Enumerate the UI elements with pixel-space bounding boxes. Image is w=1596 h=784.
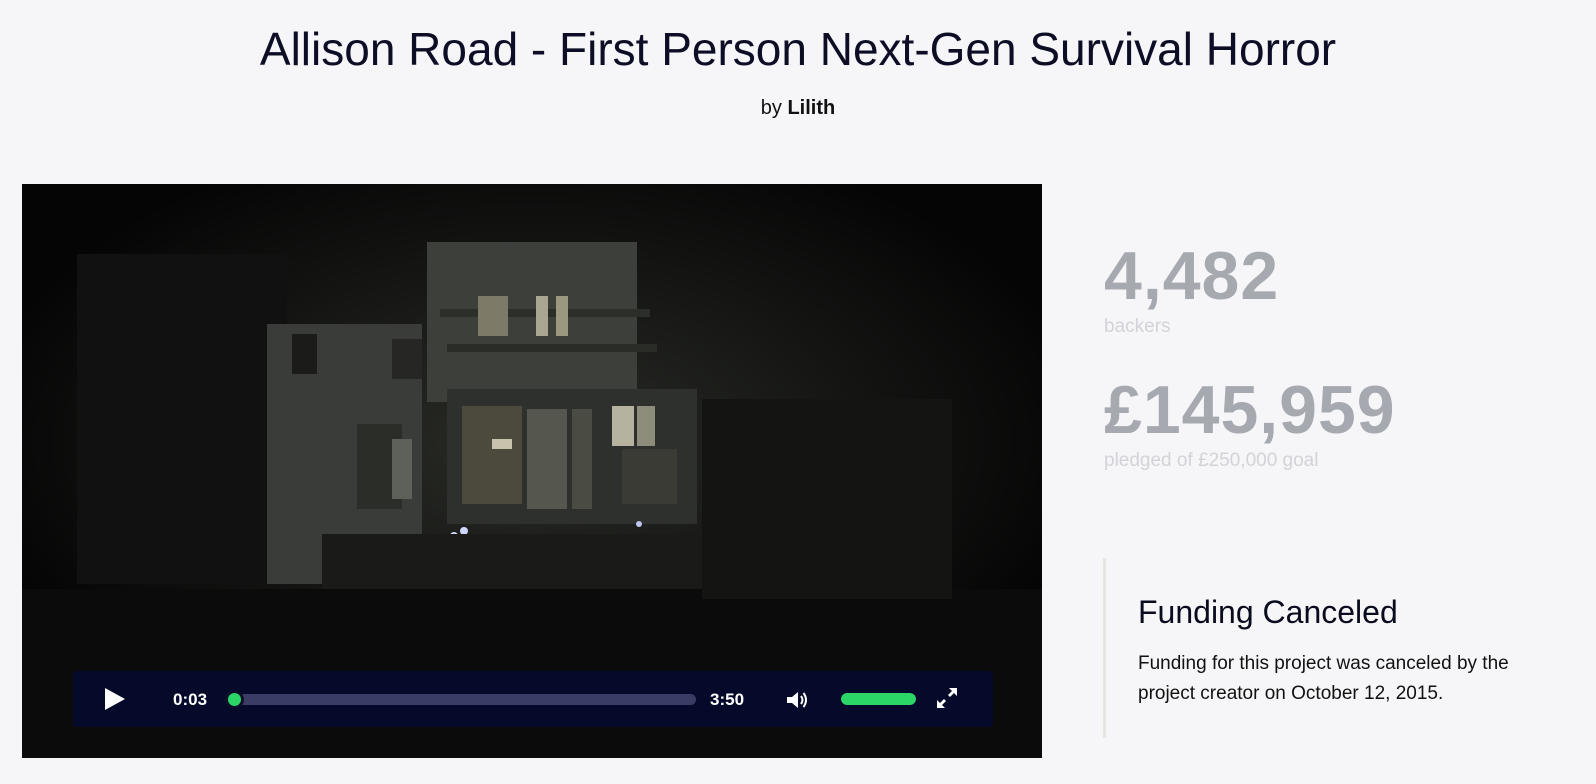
notice-body: Funding for this project was canceled by… xyxy=(1138,653,1509,704)
notice-heading: Funding Canceled xyxy=(1138,594,1398,630)
volume-icon[interactable] xyxy=(785,689,809,711)
backers-count: 4,482 xyxy=(1104,238,1280,314)
pledged-label: pledged of £250,000 goal xyxy=(1104,450,1319,471)
progress-handle[interactable] xyxy=(225,690,245,709)
funding-stats: 4,482 backers £145,959 pledged of £250,0… xyxy=(1104,242,1396,472)
fullscreen-icon[interactable] xyxy=(936,687,958,709)
duration: 3:50 xyxy=(710,690,745,709)
video-controls: 0:03 3:50 xyxy=(73,671,993,727)
creator-name-link[interactable]: Lilith xyxy=(787,97,835,119)
video-player[interactable]: 0:03 3:50 xyxy=(22,184,1042,758)
progress-bar[interactable] xyxy=(225,690,696,709)
volume-level xyxy=(841,693,916,705)
volume-slider[interactable] xyxy=(841,693,916,705)
byline-prefix: by xyxy=(760,97,782,119)
funding-canceled-notice: Funding Canceled Funding for this projec… xyxy=(1103,558,1563,738)
pledged-amount: £145,959 xyxy=(1104,372,1396,448)
creator-byline: by Lilith xyxy=(0,97,1596,120)
project-title: Allison Road - First Person Next-Gen Sur… xyxy=(259,23,1337,75)
current-time: 0:03 xyxy=(173,690,208,709)
play-icon[interactable] xyxy=(101,686,127,712)
backers-label: backers xyxy=(1104,316,1171,337)
